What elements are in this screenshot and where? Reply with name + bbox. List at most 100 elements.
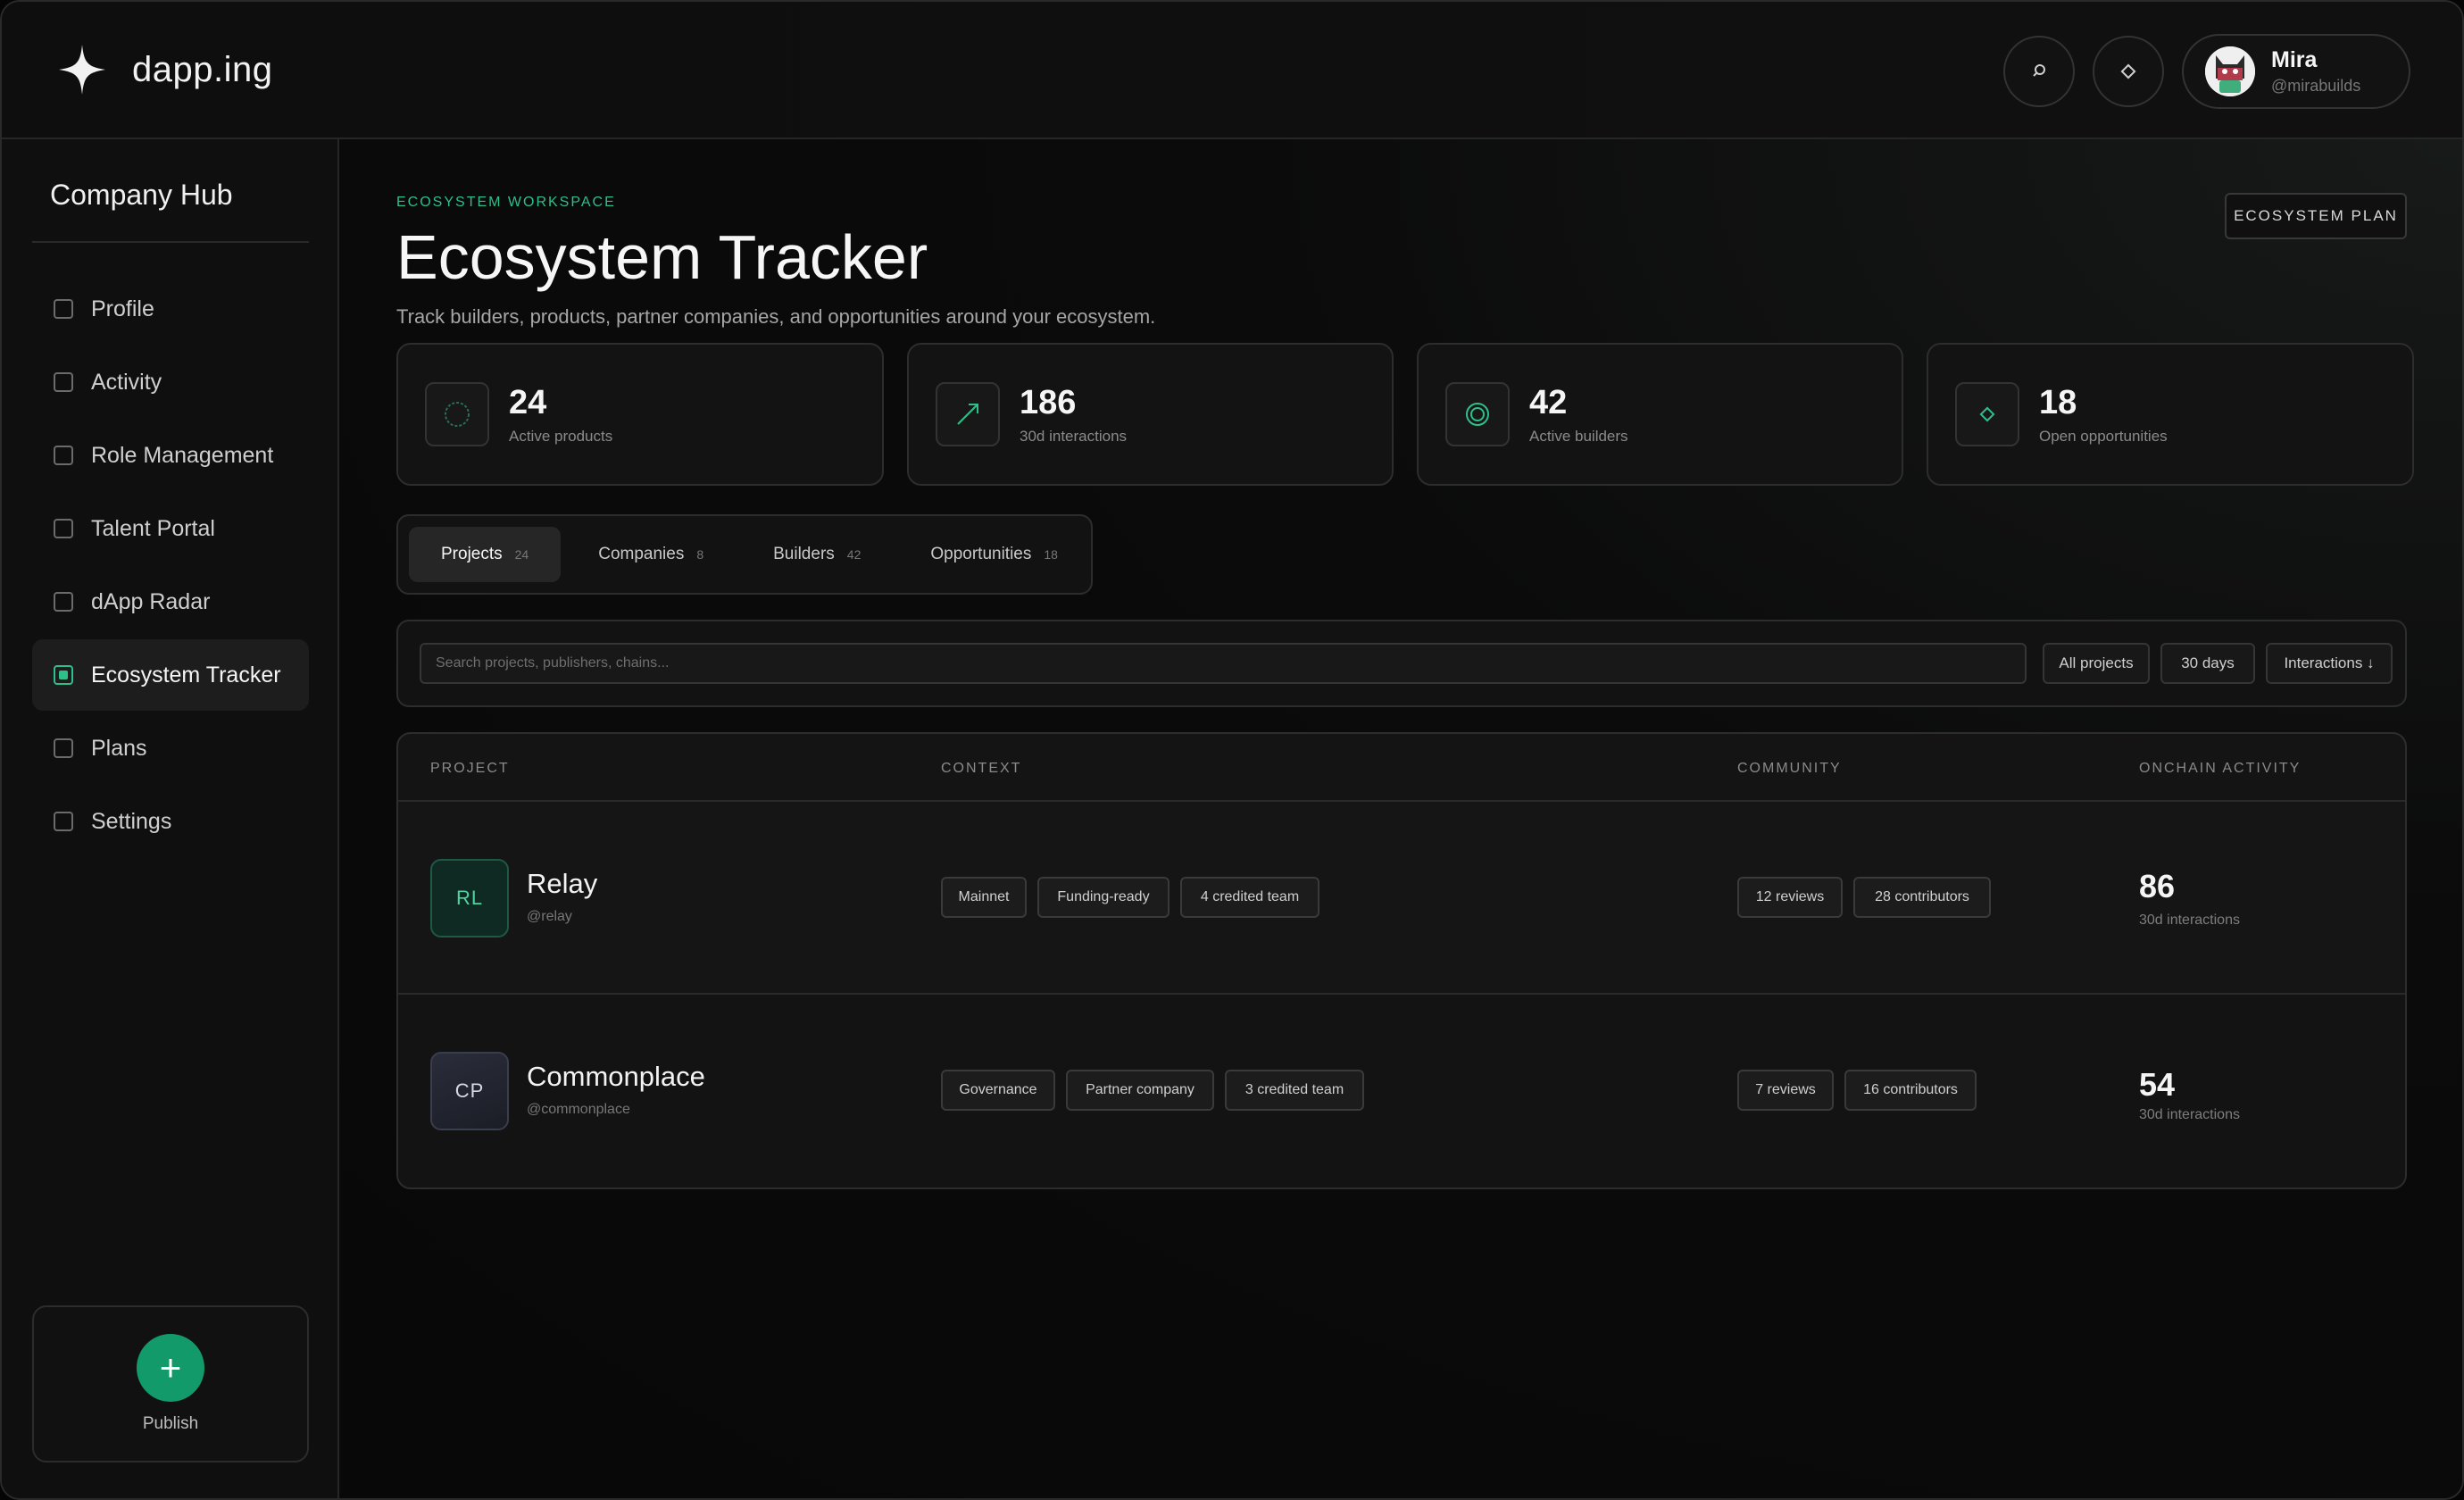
publish-label: Publish <box>142 1414 199 1433</box>
sidebar-item-label: Profile <box>91 296 154 321</box>
avatar <box>2205 46 2255 96</box>
stat-icon-box <box>425 382 489 446</box>
top-bar: dapp.ing Mira @mirabuilds <box>2 2 2462 139</box>
cat-avatar-icon <box>2205 46 2255 96</box>
sidebar-nav: Profile Activity Role Management Talent … <box>32 273 309 859</box>
sidebar-title: Company Hub <box>50 179 233 211</box>
search-button[interactable] <box>2003 36 2075 107</box>
community-tag: 7 reviews <box>1737 1070 1834 1111</box>
sidebar-item-talent-portal[interactable]: Talent Portal <box>32 493 309 564</box>
stat-icon-box <box>1445 382 1510 446</box>
circle-dashed-icon <box>445 402 470 427</box>
context-tag: 3 credited team <box>1225 1070 1364 1111</box>
trend-arrow-icon <box>957 404 978 425</box>
main-content: ECOSYSTEM WORKSPACE Ecosystem Tracker Tr… <box>341 139 2462 1498</box>
table-row[interactable]: RL Relay @relay Mainnet Funding-ready 4 … <box>398 802 2405 995</box>
sidebar-item-role-management[interactable]: Role Management <box>32 420 309 491</box>
project-handle: @relay <box>527 909 572 924</box>
scope-filter-button[interactable]: All projects <box>2043 643 2150 684</box>
app-window: dapp.ing Mira @mirabuilds Company Hub Pr… <box>0 0 2464 1500</box>
tab-count: 18 <box>1044 547 1058 562</box>
stat-card-active-builders: 42 Active builders <box>1417 343 1903 486</box>
activity-value: 54 <box>2139 1066 2176 1103</box>
diamond-icon <box>1979 406 1995 422</box>
checkbox-checked-icon <box>54 665 73 685</box>
project-badge: CP <box>430 1052 509 1130</box>
table-header: PROJECT CONTEXT COMMUNITY ONCHAIN ACTIVI… <box>398 734 2405 802</box>
sidebar-item-label: Ecosystem Tracker <box>91 662 281 688</box>
sidebar-item-plans[interactable]: Plans <box>32 712 309 784</box>
tab-label: Builders <box>773 545 835 563</box>
page-title: Ecosystem Tracker <box>396 222 928 292</box>
checkbox-icon <box>54 372 73 392</box>
stat-label: 30d interactions <box>1020 427 1128 445</box>
table-row[interactable]: CP Commonplace @commonplace Governance P… <box>398 996 2405 1188</box>
sidebar-item-label: Settings <box>91 808 172 834</box>
stat-card-active-products: 24 Active products <box>396 343 884 486</box>
checkbox-icon <box>54 299 73 319</box>
target-icon <box>1466 403 1489 426</box>
community-tag: 12 reviews <box>1737 877 1843 918</box>
tab-label: Projects <box>441 545 503 563</box>
tab-opportunities[interactable]: Opportunities 18 <box>898 527 1090 582</box>
stat-card-open-opportunities: 18 Open opportunities <box>1927 343 2414 486</box>
sidebar: Company Hub Profile Activity Role Manage… <box>2 139 339 1498</box>
stat-value: 18 <box>2039 383 2077 421</box>
sidebar-item-profile[interactable]: Profile <box>32 273 309 345</box>
sidebar-item-label: Plans <box>91 735 147 761</box>
project-handle: @commonplace <box>527 1102 630 1117</box>
publish-button[interactable]: + <box>137 1334 204 1402</box>
sidebar-divider <box>32 241 309 243</box>
brand[interactable]: dapp.ing <box>57 43 272 96</box>
checkbox-icon <box>54 519 73 538</box>
filter-bar: All projects 30 days Interactions ↓ <box>396 620 2407 707</box>
stat-label: Active products <box>509 427 613 445</box>
column-header-community: COMMUNITY <box>1737 761 1842 776</box>
user-menu[interactable]: Mira @mirabuilds <box>2182 34 2410 109</box>
column-header-onchain-activity: ONCHAIN ACTIVITY <box>2139 761 2302 776</box>
context-tag: Partner company <box>1066 1070 1214 1111</box>
notifications-button[interactable] <box>2093 36 2164 107</box>
stat-label: Active builders <box>1529 427 1628 445</box>
project-name[interactable]: Relay <box>527 868 597 900</box>
community-tag: 28 contributors <box>1853 877 1991 918</box>
publish-card: + Publish <box>32 1305 309 1462</box>
checkbox-icon <box>54 592 73 612</box>
sidebar-item-label: Role Management <box>91 442 274 468</box>
page-subtitle: Track builders, products, partner compan… <box>396 305 1156 328</box>
sidebar-item-activity[interactable]: Activity <box>32 346 309 418</box>
sidebar-item-dapp-radar[interactable]: dApp Radar <box>32 566 309 638</box>
stat-icon-box <box>1955 382 2019 446</box>
checkbox-icon <box>54 812 73 831</box>
ecosystem-plan-button[interactable]: ECOSYSTEM PLAN <box>2225 193 2407 239</box>
activity-label: 30d interactions <box>2139 912 2240 928</box>
sidebar-item-settings[interactable]: Settings <box>32 786 309 857</box>
tab-builders[interactable]: Builders 42 <box>741 527 893 582</box>
checkbox-icon <box>54 446 73 465</box>
brand-name: dapp.ing <box>132 49 273 89</box>
sidebar-item-label: dApp Radar <box>91 588 211 614</box>
sidebar-item-ecosystem-tracker[interactable]: Ecosystem Tracker <box>32 639 309 711</box>
stats-row: 24 Active products 186 30d interactions <box>396 343 2414 486</box>
tab-projects[interactable]: Projects 24 <box>409 527 562 582</box>
activity-label: 30d interactions <box>2139 1107 2240 1122</box>
user-handle: @mirabuilds <box>2271 77 2361 95</box>
page-eyebrow: ECOSYSTEM WORKSPACE <box>396 195 616 210</box>
tab-companies[interactable]: Companies 8 <box>566 527 736 582</box>
context-tag: Governance <box>941 1070 1055 1111</box>
search-input[interactable] <box>420 643 2027 684</box>
sidebar-item-label: Talent Portal <box>91 515 215 541</box>
project-name[interactable]: Commonplace <box>527 1061 705 1093</box>
community-tag: 16 contributors <box>1844 1070 1977 1111</box>
tab-label: Opportunities <box>930 545 1032 563</box>
sort-button[interactable]: Interactions ↓ <box>2266 643 2393 684</box>
tab-count: 24 <box>514 547 529 562</box>
stat-icon-box <box>936 382 1000 446</box>
column-header-context: CONTEXT <box>941 761 1022 776</box>
project-badge: RL <box>430 859 509 938</box>
checkbox-icon <box>54 738 73 758</box>
tab-count: 8 <box>696 547 704 562</box>
range-filter-button[interactable]: 30 days <box>2160 643 2255 684</box>
stat-value: 186 <box>1020 383 1077 421</box>
tab-label: Companies <box>598 545 685 563</box>
